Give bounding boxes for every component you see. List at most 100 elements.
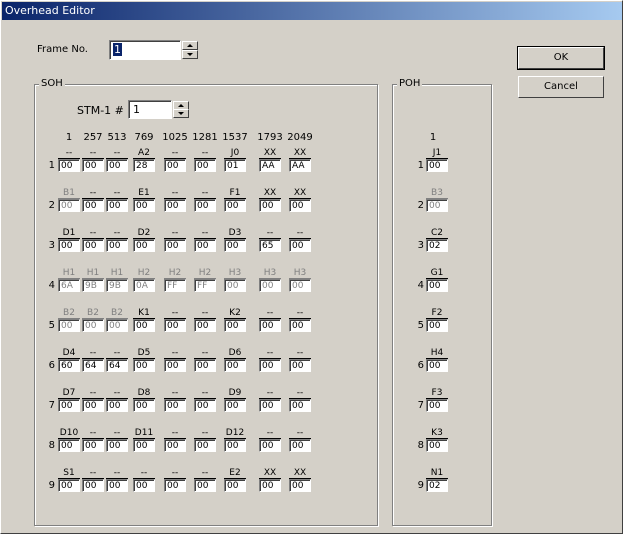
byte-value-field[interactable]: 00 [289,479,311,492]
byte-value-field[interactable]: 00 [164,399,186,412]
byte-value-field[interactable]: 00 [82,399,104,412]
byte-value-field[interactable]: 02 [426,479,448,492]
byte-value-field[interactable]: 64 [82,359,104,372]
byte-value-field[interactable]: 00 [194,239,216,252]
frame-no-input[interactable]: 1 [109,40,181,60]
byte-value-field[interactable]: 9B [106,279,128,292]
byte-value-field[interactable]: 00 [224,239,246,252]
byte-value-field[interactable]: 00 [164,319,186,332]
byte-value-field[interactable]: 00 [194,319,216,332]
byte-value-field[interactable]: 00 [133,319,155,332]
byte-value-field[interactable]: 28 [133,159,155,172]
ok-button[interactable]: OK [517,46,605,70]
byte-value-field[interactable]: 00 [106,239,128,252]
byte-value-field[interactable]: 00 [164,359,186,372]
byte-value-field[interactable]: 6A [58,279,80,292]
stm-spin-down-button[interactable] [173,109,189,118]
byte-value-field[interactable]: 00 [289,359,311,372]
byte-value-field[interactable]: 00 [82,439,104,452]
byte-value-field[interactable]: 00 [58,439,80,452]
byte-value-field[interactable]: 00 [82,159,104,172]
byte-value-field[interactable]: 00 [106,399,128,412]
stm-input[interactable]: 1 [128,100,172,119]
byte-value-field[interactable]: 00 [426,399,448,412]
byte-value-field[interactable]: 00 [106,439,128,452]
byte-value-field[interactable]: 00 [426,279,448,292]
byte-value-field[interactable]: 00 [259,279,281,292]
byte-value-field[interactable]: 00 [106,199,128,212]
byte-value-field[interactable]: 64 [106,359,128,372]
byte-value-field[interactable]: 00 [259,359,281,372]
byte-value-field[interactable]: AA [289,159,311,172]
byte-value-field[interactable]: FF [164,279,186,292]
byte-value-field[interactable]: 00 [224,439,246,452]
byte-value-field[interactable]: 00 [164,479,186,492]
byte-value-field[interactable]: 00 [426,439,448,452]
byte-value-field[interactable]: 00 [133,239,155,252]
byte-value-field[interactable]: 00 [133,359,155,372]
byte-value-field[interactable]: 00 [58,479,80,492]
byte-value-field[interactable]: FF [194,279,216,292]
byte-value-field[interactable]: 00 [224,199,246,212]
spin-down-button[interactable] [182,50,198,59]
byte-value-field[interactable]: 00 [426,199,448,212]
byte-value-field[interactable]: 00 [82,479,104,492]
frame-no-spinner[interactable] [182,41,198,59]
byte-value-field[interactable]: 00 [164,439,186,452]
byte-value-field[interactable]: 00 [289,439,311,452]
byte-value-field[interactable]: 00 [194,399,216,412]
byte-value-field[interactable]: 00 [106,479,128,492]
byte-value-field[interactable]: 00 [259,439,281,452]
byte-value-field[interactable]: 00 [289,239,311,252]
byte-value-field[interactable]: 00 [194,159,216,172]
cancel-button[interactable]: Cancel [518,76,604,98]
byte-value-field[interactable]: 00 [164,159,186,172]
byte-value-field[interactable]: 0A [133,279,155,292]
byte-value-field[interactable]: 00 [194,439,216,452]
byte-value-field[interactable]: 00 [133,479,155,492]
byte-value-field[interactable]: 00 [106,319,128,332]
byte-value-field[interactable]: 00 [259,319,281,332]
byte-value-field[interactable]: 00 [224,279,246,292]
stm-spinner[interactable] [173,101,189,118]
byte-value-field[interactable]: 00 [224,359,246,372]
byte-value-field[interactable]: 00 [194,479,216,492]
byte-value-field[interactable]: 00 [289,199,311,212]
byte-value-field[interactable]: 00 [133,439,155,452]
byte-value-field[interactable]: 00 [58,319,80,332]
byte-value-field[interactable]: 00 [259,399,281,412]
byte-value-field[interactable]: 00 [82,319,104,332]
byte-value-field[interactable]: 00 [58,199,80,212]
byte-value-field[interactable]: 00 [224,399,246,412]
byte-value-field[interactable]: 00 [82,199,104,212]
byte-value-field[interactable]: 65 [259,239,281,252]
byte-value-field[interactable]: 01 [224,159,246,172]
byte-value-field[interactable]: 00 [289,399,311,412]
byte-value-field[interactable]: 00 [58,399,80,412]
byte-value-field[interactable]: 00 [106,159,128,172]
byte-value-field[interactable]: 00 [224,319,246,332]
byte-value-field[interactable]: 00 [58,159,80,172]
spin-up-button[interactable] [182,41,198,50]
byte-value-field[interactable]: 00 [194,359,216,372]
byte-value-field[interactable]: 00 [259,479,281,492]
byte-value-field[interactable]: 00 [194,199,216,212]
byte-value-field[interactable]: 00 [426,359,448,372]
byte-value-field[interactable]: 00 [58,239,80,252]
byte-value-field[interactable]: 60 [58,359,80,372]
byte-value-field[interactable]: 00 [426,159,448,172]
byte-value-field[interactable]: 00 [133,199,155,212]
title-bar[interactable]: Overhead Editor [2,2,622,20]
byte-value-field[interactable]: 00 [259,199,281,212]
byte-value-field[interactable]: 02 [426,239,448,252]
byte-value-field[interactable]: 00 [164,239,186,252]
byte-value-field[interactable]: AA [259,159,281,172]
byte-value-field[interactable]: 00 [133,399,155,412]
byte-value-field[interactable]: 00 [289,279,311,292]
byte-value-field[interactable]: 00 [164,199,186,212]
byte-value-field[interactable]: 00 [426,319,448,332]
byte-value-field[interactable]: 00 [289,319,311,332]
byte-value-field[interactable]: 00 [224,479,246,492]
byte-value-field[interactable]: 9B [82,279,104,292]
byte-value-field[interactable]: 00 [82,239,104,252]
